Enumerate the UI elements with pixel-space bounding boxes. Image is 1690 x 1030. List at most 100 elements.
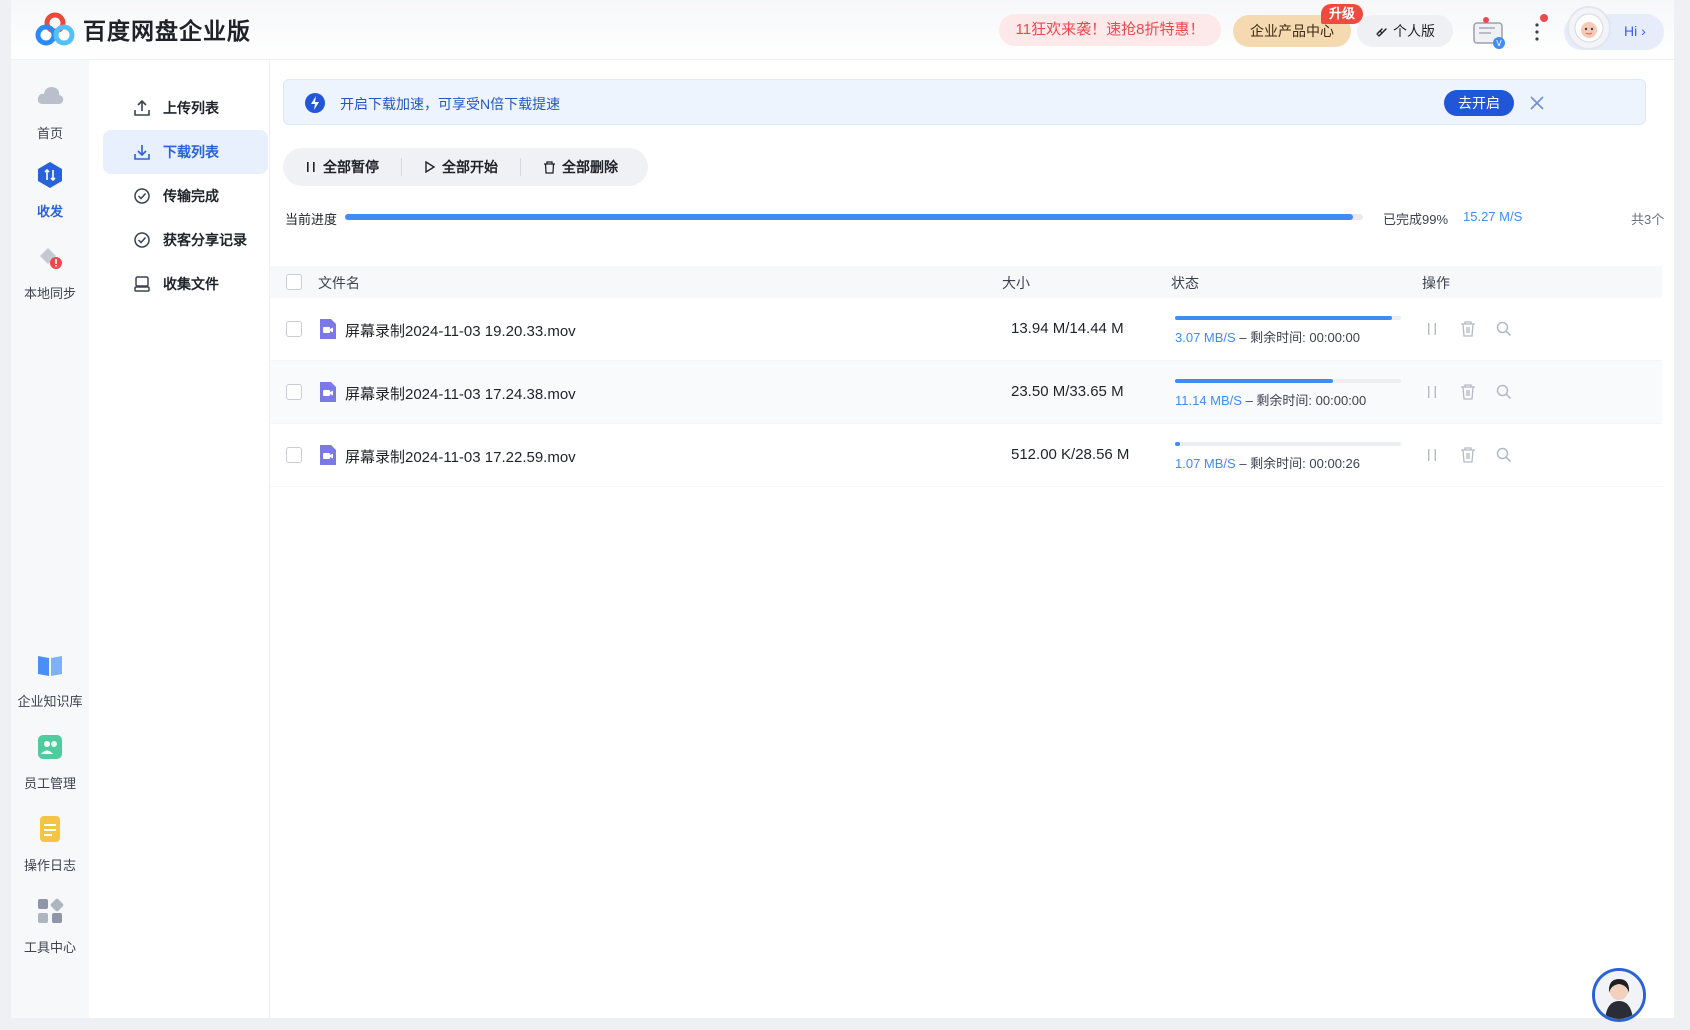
more-menu-icon[interactable] bbox=[1531, 20, 1543, 44]
file-name[interactable]: 屏幕录制2024-11-03 17.22.59.mov bbox=[345, 446, 576, 467]
overall-progress-fill bbox=[345, 214, 1353, 220]
nav-operation-log-label: 操作日志 bbox=[23, 858, 76, 873]
acceleration-banner-text: 开启下载加速，可享受N倍下载提速 bbox=[340, 96, 561, 112]
nav-knowledge-base[interactable]: 企业知识库 bbox=[11, 650, 89, 710]
personal-edition-label: 个人版 bbox=[1393, 23, 1435, 39]
top-header: 百度网盘企业版 11狂欢来袭！速抢8折特惠！ 企业产品中心 升级 个人版 V H… bbox=[11, 0, 1674, 60]
file-name[interactable]: 屏幕录制2024-11-03 17.24.38.mov bbox=[345, 383, 576, 404]
pause-icon[interactable] bbox=[1423, 320, 1441, 338]
check-circle-icon bbox=[134, 188, 150, 204]
row-checkbox[interactable] bbox=[286, 321, 302, 337]
app-window: 百度网盘企业版 11狂欢来袭！速抢8折特惠！ 企业产品中心 升级 个人版 V H… bbox=[11, 0, 1674, 1018]
close-icon[interactable] bbox=[1527, 93, 1547, 113]
select-all-checkbox[interactable] bbox=[286, 274, 302, 290]
nav-knowledge-base-label: 企业知识库 bbox=[17, 694, 83, 709]
file-remaining-time: – 剩余时间: 00:00:26 bbox=[1239, 456, 1360, 471]
start-all-button[interactable]: 全部开始 bbox=[401, 158, 520, 176]
upgrade-badge[interactable]: 升级 bbox=[1321, 4, 1363, 24]
search-icon[interactable] bbox=[1495, 320, 1513, 338]
nav-operation-log[interactable]: 操作日志 bbox=[11, 814, 89, 874]
search-icon[interactable] bbox=[1495, 383, 1513, 401]
table-row[interactable]: 屏幕录制2024-11-03 17.24.38.mov 23.50 M/33.65… bbox=[270, 361, 1662, 424]
file-progress-fill bbox=[1175, 442, 1180, 446]
progress-label: 当前进度 bbox=[285, 212, 338, 227]
pause-all-label: 全部暂停 bbox=[323, 159, 379, 175]
pause-icon[interactable] bbox=[1423, 383, 1441, 401]
row-checkbox[interactable] bbox=[286, 447, 302, 463]
submenu-download-list[interactable]: 下载列表 bbox=[103, 130, 268, 174]
video-file-icon bbox=[320, 445, 336, 465]
pause-icon[interactable] bbox=[1423, 446, 1441, 464]
greeting-label: Hi bbox=[1624, 23, 1638, 39]
nav-local-sync[interactable]: 本地同步 bbox=[11, 242, 89, 302]
table-header: 文件名 大小 状态 操作 bbox=[270, 266, 1662, 298]
app-logo[interactable]: 百度网盘企业版 bbox=[35, 12, 251, 46]
file-progress-fill bbox=[1175, 379, 1334, 383]
table-row[interactable]: 屏幕录制2024-11-03 19.20.33.mov 13.94 M/14.44… bbox=[270, 298, 1662, 361]
submenu-transfer-complete-label: 传输完成 bbox=[163, 188, 219, 204]
column-size: 大小 bbox=[1002, 275, 1030, 291]
trash-icon[interactable] bbox=[1459, 320, 1477, 338]
user-avatar[interactable] bbox=[1567, 6, 1611, 50]
customer-service-avatar[interactable] bbox=[1592, 968, 1646, 1022]
enable-acceleration-button[interactable]: 去开启 bbox=[1444, 90, 1514, 116]
file-status: 11.14 MB/S – 剩余时间: 00:00:00 bbox=[1175, 390, 1366, 409]
submenu-collect-files-label: 收集文件 bbox=[163, 276, 219, 292]
acceleration-banner: 开启下载加速，可享受N倍下载提速 去开启 bbox=[283, 79, 1646, 125]
submenu-transfer-complete[interactable]: 传输完成 bbox=[103, 174, 268, 218]
transfer-submenu: 上传列表 下载列表 传输完成 获客分享记录 收集文件 bbox=[89, 60, 270, 1018]
personal-edition-button[interactable]: 个人版 bbox=[1357, 15, 1453, 47]
nav-tools-center[interactable]: 工具中心 bbox=[11, 896, 89, 956]
file-remaining-time: – 剩余时间: 00:00:00 bbox=[1245, 393, 1367, 408]
tools-icon bbox=[38, 898, 64, 923]
trash-icon bbox=[544, 160, 555, 174]
overall-progress: 当前进度 已完成99% 15.27 M/S 共3个 bbox=[283, 208, 1668, 228]
greeting-text[interactable]: Hi › bbox=[1624, 23, 1646, 39]
upload-icon bbox=[134, 99, 150, 116]
file-size: 23.50 M/33.65 M bbox=[1011, 383, 1124, 400]
nav-transfer-label: 收发 bbox=[36, 204, 63, 219]
file-progress-track bbox=[1175, 442, 1401, 446]
submenu-upload-list[interactable]: 上传列表 bbox=[103, 86, 268, 130]
file-speed: 1.07 MB/S bbox=[1175, 456, 1236, 471]
svg-text:V: V bbox=[1496, 39, 1502, 48]
switch-icon bbox=[1376, 28, 1387, 37]
cloud-home-icon bbox=[37, 87, 64, 104]
submenu-share-records[interactable]: 获客分享记录 bbox=[103, 218, 268, 262]
knowledge-base-icon bbox=[38, 656, 62, 676]
start-all-label: 全部开始 bbox=[442, 159, 498, 175]
vip-card-icon[interactable]: V bbox=[1471, 14, 1507, 50]
transfer-icon bbox=[38, 162, 62, 188]
promo-banner[interactable]: 11狂欢来袭！速抢8折特惠！ bbox=[999, 14, 1221, 46]
progress-total-count: 共3个 bbox=[1631, 212, 1665, 227]
check-circle-icon bbox=[134, 232, 150, 248]
file-size: 512.00 K/28.56 M bbox=[1011, 446, 1130, 463]
submenu-collect-files[interactable]: 收集文件 bbox=[103, 262, 268, 306]
pause-all-button[interactable]: 全部暂停 bbox=[283, 158, 401, 176]
column-filename: 文件名 bbox=[318, 275, 360, 291]
pause-icon bbox=[307, 162, 315, 172]
nav-staff[interactable]: 员工管理 bbox=[11, 732, 89, 792]
table-row[interactable]: 屏幕录制2024-11-03 17.22.59.mov 512.00 K/28.5… bbox=[270, 424, 1662, 487]
trash-icon[interactable] bbox=[1459, 383, 1477, 401]
search-icon[interactable] bbox=[1495, 446, 1513, 464]
bulk-actions-toolbar: 全部暂停 全部开始 全部删除 bbox=[283, 148, 648, 186]
file-status: 3.07 MB/S – 剩余时间: 00:00:00 bbox=[1175, 327, 1360, 346]
video-file-icon bbox=[320, 382, 336, 402]
delete-all-button[interactable]: 全部删除 bbox=[520, 158, 640, 176]
row-checkbox[interactable] bbox=[286, 384, 302, 400]
file-name[interactable]: 屏幕录制2024-11-03 19.20.33.mov bbox=[345, 320, 576, 341]
sync-icon bbox=[40, 248, 62, 269]
column-status: 状态 bbox=[1171, 275, 1199, 291]
nav-transfer[interactable]: 收发 bbox=[11, 160, 89, 220]
progress-done-text: 已完成99% bbox=[1383, 212, 1449, 227]
nav-tools-center-label: 工具中心 bbox=[23, 940, 76, 955]
baidu-pan-logo-icon bbox=[35, 12, 75, 46]
nav-home[interactable]: 首页 bbox=[11, 82, 89, 142]
play-icon bbox=[425, 161, 436, 173]
file-progress-track bbox=[1175, 316, 1401, 320]
nav-staff-label: 员工管理 bbox=[23, 776, 76, 791]
trash-icon[interactable] bbox=[1459, 446, 1477, 464]
file-remaining-time: – 剩余时间: 00:00:00 bbox=[1239, 330, 1360, 345]
progress-speed: 15.27 M/S bbox=[1463, 209, 1523, 224]
